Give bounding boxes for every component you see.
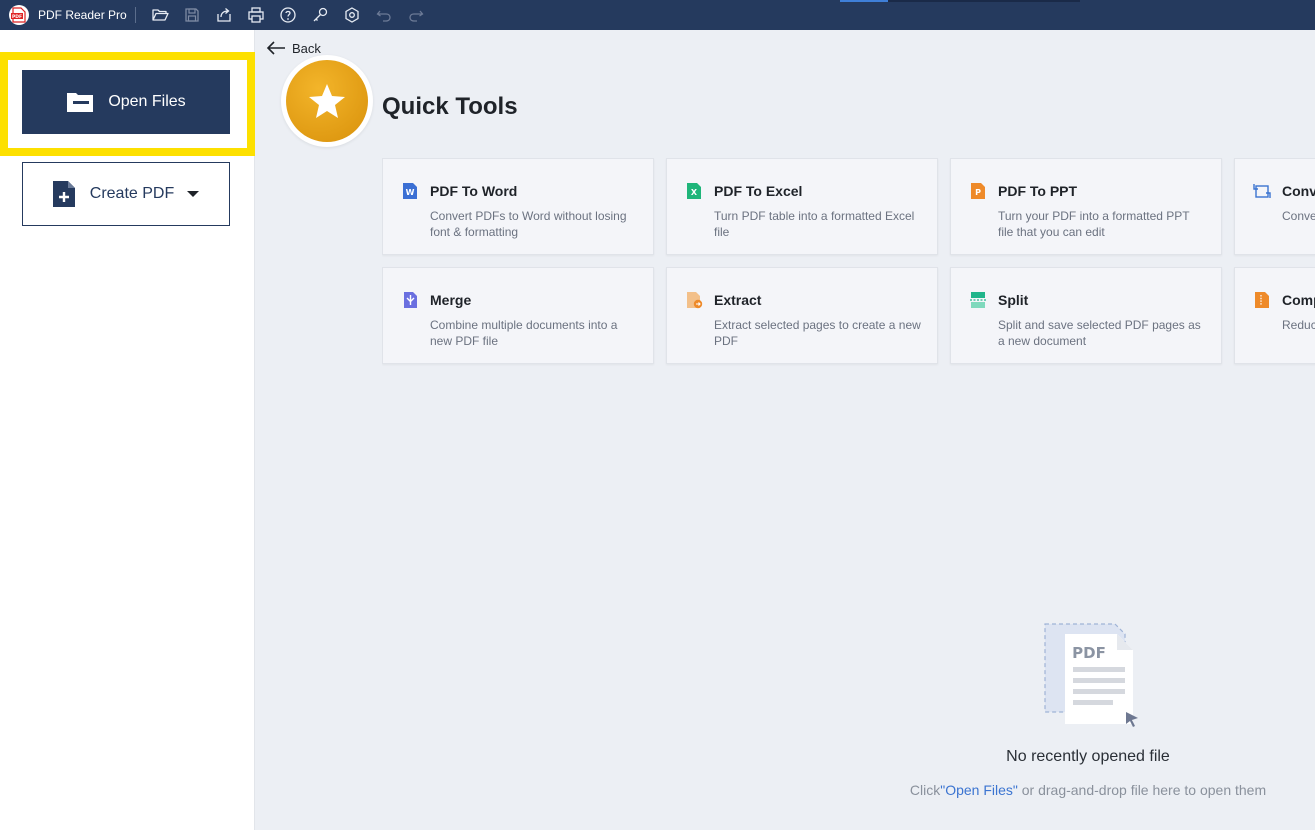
- hint-prefix: Click: [909, 782, 941, 798]
- open-files-label: Open Files: [108, 93, 186, 110]
- open-files-button[interactable]: Open Files: [22, 70, 230, 134]
- help-icon[interactable]: [272, 0, 304, 30]
- tool-description: Split and save selected PDF pages as a n…: [998, 318, 1201, 348]
- print-icon[interactable]: [240, 0, 272, 30]
- back-label: Back: [292, 40, 321, 56]
- save-icon[interactable]: [176, 0, 208, 30]
- empty-pdf-illustration-icon: PDF: [1044, 623, 1138, 727]
- empty-state-hint: Click"Open Files" or drag-and-drop file …: [870, 782, 1306, 798]
- new-document-icon: [52, 181, 75, 207]
- folder-icon: [67, 93, 94, 112]
- tab-indicator: [888, 0, 1080, 2]
- tab-indicator-active: [840, 0, 888, 2]
- tool-title: PDF To Excel: [714, 183, 803, 199]
- tool-description: Turn PDF table into a formatted Excel fi…: [714, 209, 915, 239]
- svg-text:P: P: [975, 188, 981, 197]
- tool-description: Conve JPEG/P: [1282, 209, 1315, 223]
- tool-description: Combine multiple documents into a new PD…: [430, 318, 618, 348]
- svg-text:W: W: [406, 188, 415, 197]
- illustration-label: PDF: [1072, 644, 1106, 662]
- undo-icon[interactable]: [368, 0, 400, 30]
- tool-card-pdf-to-ppt[interactable]: P PDF To PPT Turn your PDF into a format…: [950, 158, 1222, 255]
- tool-title: PDF To Word: [430, 183, 518, 199]
- tool-card-pdf-to-excel[interactable]: X PDF To Excel Turn PDF table into a for…: [666, 158, 938, 255]
- excel-icon: X: [687, 183, 701, 199]
- tool-description: Convert PDFs to Word without losing font…: [430, 209, 627, 239]
- sidebar: Open Files Create PDF: [0, 30, 255, 830]
- tool-card-compress[interactable]: Comp Reduc easily: [1234, 267, 1315, 364]
- tool-card-pdf-to-word[interactable]: W PDF To Word Convert PDFs to Word witho…: [382, 158, 654, 255]
- back-button[interactable]: Back: [266, 40, 321, 56]
- tool-description: Extract selected pages to create a new P…: [714, 318, 921, 348]
- tool-title: Merge: [430, 292, 472, 308]
- empty-state-title: No recently opened file: [1006, 748, 1170, 765]
- toolbar-divider: [134, 7, 136, 23]
- tool-title: Split: [998, 292, 1029, 308]
- settings-icon[interactable]: [336, 0, 368, 30]
- redo-icon[interactable]: [400, 0, 432, 30]
- svg-text:X: X: [691, 188, 698, 197]
- tool-card-convert[interactable]: Conv Conve JPEG/P: [1234, 158, 1315, 255]
- arrow-left-icon: [266, 41, 285, 55]
- tool-description: Reduc easily: [1282, 318, 1315, 332]
- tool-title: Conv: [1282, 183, 1315, 199]
- create-pdf-label: Create PDF: [89, 185, 175, 202]
- split-icon: [970, 292, 986, 308]
- chevron-down-icon[interactable]: [186, 189, 200, 199]
- tool-card-split[interactable]: Split Split and save selected PDF pages …: [950, 267, 1222, 364]
- extract-icon: [687, 292, 703, 309]
- tool-card-extract[interactable]: Extract Extract selected pages to create…: [666, 267, 938, 364]
- title-bar: PDF PDF Reader Pro: [0, 0, 1315, 30]
- share-icon[interactable]: [208, 0, 240, 30]
- convert-image-icon: [1253, 184, 1271, 198]
- page-title: Quick Tools: [382, 93, 518, 120]
- tool-card-merge[interactable]: Merge Combine multiple documents into a …: [382, 267, 654, 364]
- quick-tools-grid: W PDF To Word Convert PDFs to Word witho…: [382, 158, 1315, 368]
- tool-title: Extract: [714, 292, 762, 308]
- svg-text:PDF: PDF: [12, 14, 22, 20]
- compress-icon: [1255, 292, 1269, 308]
- tool-title: Comp: [1282, 292, 1315, 308]
- key-icon[interactable]: [304, 0, 336, 30]
- ppt-icon: P: [971, 183, 985, 199]
- open-folder-icon[interactable]: [144, 0, 176, 30]
- app-logo-icon: PDF: [8, 4, 30, 26]
- create-pdf-button[interactable]: Create PDF: [22, 162, 230, 226]
- quick-tools-badge: [281, 55, 373, 147]
- word-icon: W: [403, 183, 417, 199]
- open-files-link[interactable]: "Open Files": [940, 782, 1018, 798]
- tool-title: PDF To PPT: [998, 183, 1078, 199]
- hint-suffix: or drag-and-drop file here to open them: [1017, 782, 1267, 798]
- merge-icon: [404, 292, 417, 308]
- star-icon: [309, 84, 345, 118]
- tool-description: Turn your PDF into a formatted PPT file …: [998, 209, 1190, 239]
- app-name: PDF Reader Pro: [38, 8, 127, 22]
